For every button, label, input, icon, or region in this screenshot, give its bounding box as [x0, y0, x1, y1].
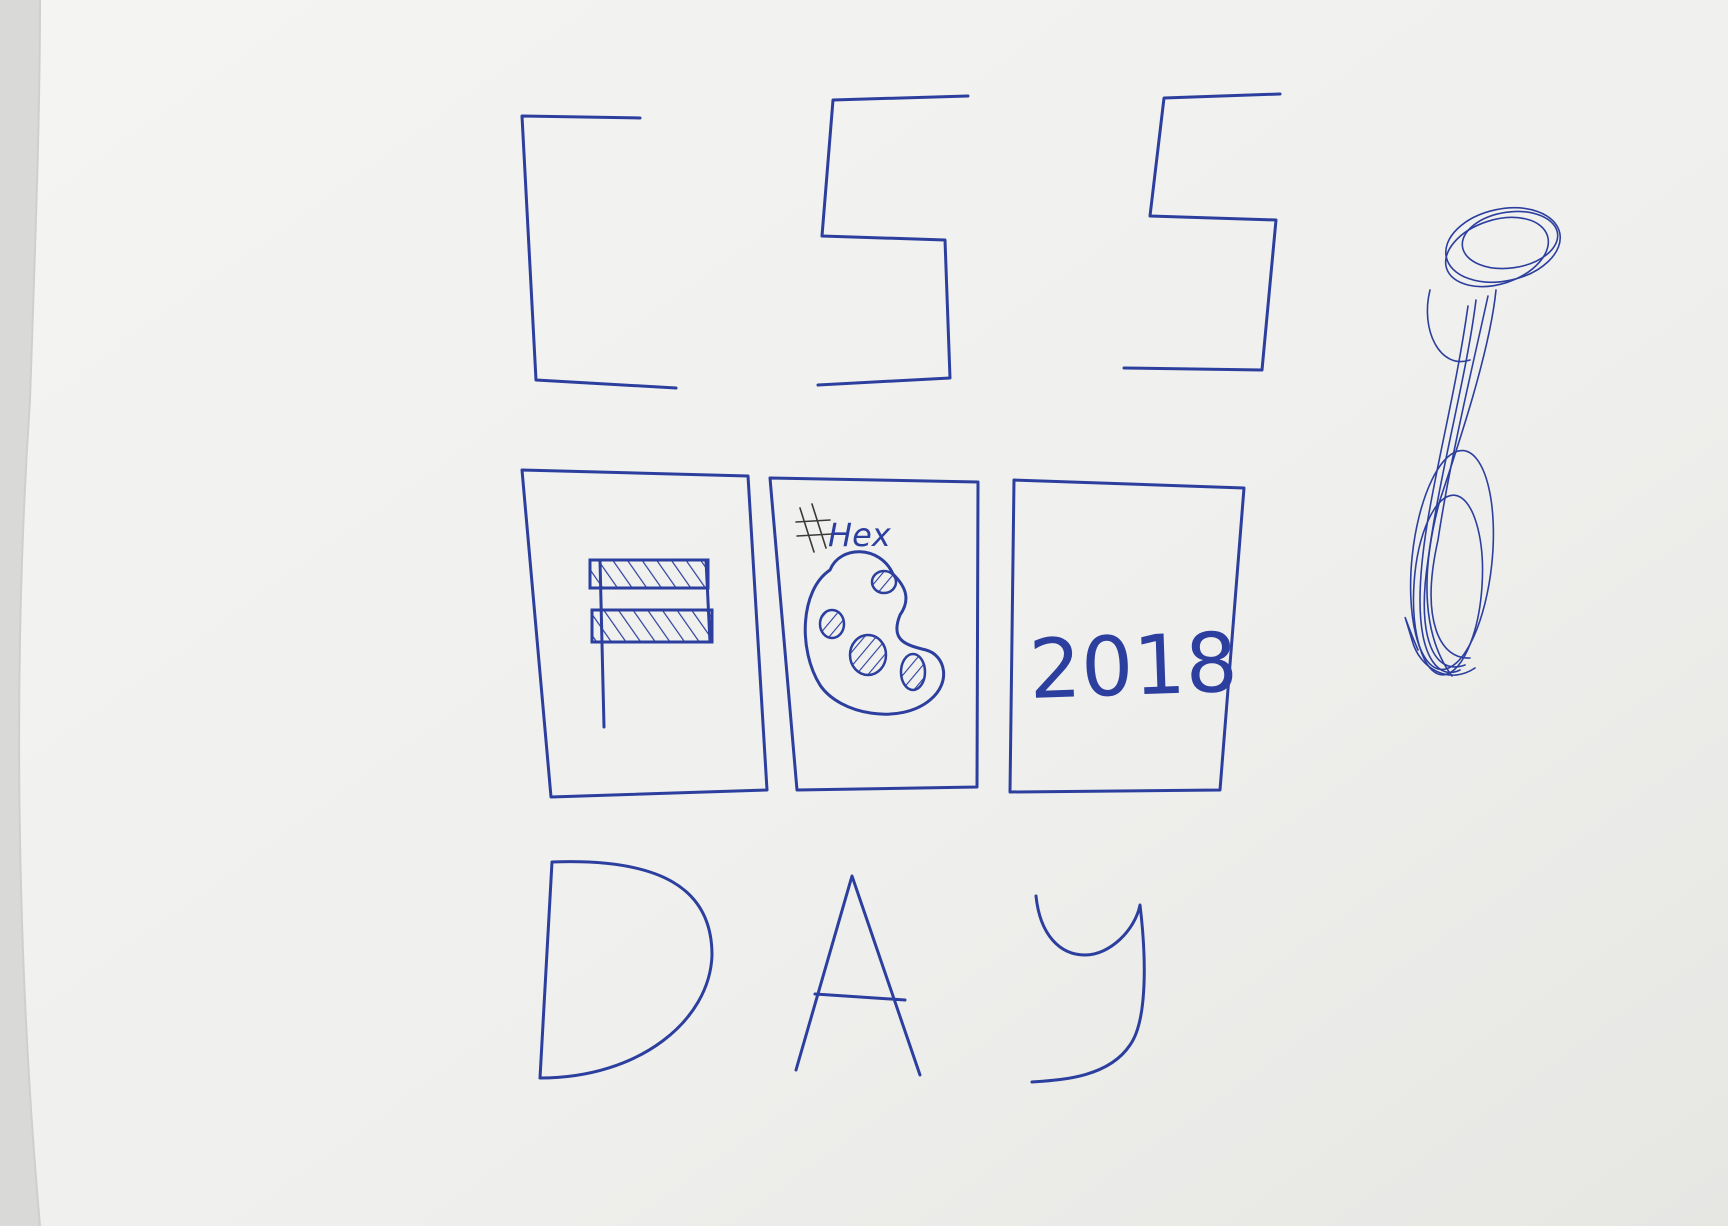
hand-drawn-poster: Hex 2018 — [18, 0, 1728, 1226]
photo-scene: Hex 2018 — [0, 0, 1728, 1226]
paper-sheet — [19, 0, 1728, 1226]
panel-year-text: 2018 — [1027, 616, 1239, 718]
palette-note-text: Hex — [828, 516, 892, 554]
